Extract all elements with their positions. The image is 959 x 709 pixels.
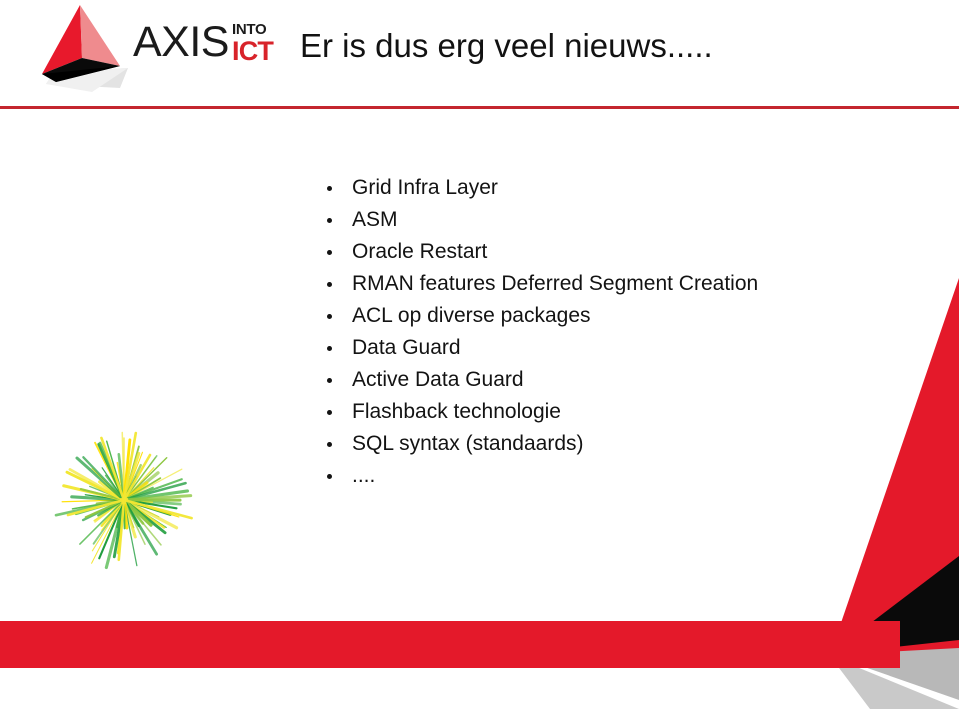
bullet-dot-icon xyxy=(327,250,332,255)
axis-pyramid-logo-icon xyxy=(42,5,128,92)
slide-header: AXIS INTO ICT Er is dus erg veel nieuws.… xyxy=(0,0,959,110)
bullet-dot-icon xyxy=(327,378,332,383)
list-item: Flashback technologie xyxy=(322,396,922,428)
list-item-label: .... xyxy=(352,464,376,487)
list-item-label: Data Guard xyxy=(352,336,461,359)
list-item-label: RMAN features Deferred Segment Creation xyxy=(352,272,759,295)
pyramid-face-right xyxy=(80,5,120,66)
bullet-dot-icon xyxy=(327,186,332,191)
bullet-dot-icon xyxy=(327,474,332,479)
firework-burst-icon xyxy=(54,431,193,570)
bullet-dot-icon xyxy=(327,346,332,351)
axis-ict-wordmark: AXIS INTO ICT xyxy=(133,18,274,72)
list-item-label: ASM xyxy=(352,208,398,231)
wordmark-ict-text: ICT xyxy=(232,36,274,66)
bullet-dot-icon xyxy=(327,218,332,223)
bullet-list: Grid Infra Layer ASM Oracle Restart RMAN… xyxy=(322,172,922,492)
list-item: ASM xyxy=(322,204,922,236)
bottom-red-band xyxy=(0,621,900,668)
list-item-label: ACL op diverse packages xyxy=(352,304,591,327)
header-divider-rule xyxy=(0,106,959,109)
wordmark-into-ict-stack: INTO ICT xyxy=(232,18,274,66)
slide-canvas: AXIS INTO ICT Er is dus erg veel nieuws.… xyxy=(0,0,959,709)
bullet-dot-icon xyxy=(327,314,332,319)
bullet-dot-icon xyxy=(327,282,332,287)
list-item: Oracle Restart xyxy=(322,236,922,268)
list-item: Grid Infra Layer xyxy=(322,172,922,204)
list-item: Active Data Guard xyxy=(322,364,922,396)
list-item-label: Active Data Guard xyxy=(352,368,524,391)
list-item-label: Oracle Restart xyxy=(352,240,488,263)
list-item: ACL op diverse packages xyxy=(322,300,922,332)
bullet-dot-icon xyxy=(327,410,332,415)
page-title: Er is dus erg veel nieuws..... xyxy=(300,27,713,64)
list-item: RMAN features Deferred Segment Creation xyxy=(322,268,922,300)
list-item: SQL syntax (standaards) xyxy=(322,428,922,460)
wordmark-axis-text: AXIS xyxy=(133,18,230,66)
list-item-label: Flashback technologie xyxy=(352,400,561,423)
list-item: .... xyxy=(322,460,922,492)
list-item: Data Guard xyxy=(322,332,922,364)
list-item-label: Grid Infra Layer xyxy=(352,176,498,199)
list-item-label: SQL syntax (standaards) xyxy=(352,432,584,455)
bullet-dot-icon xyxy=(327,442,332,447)
